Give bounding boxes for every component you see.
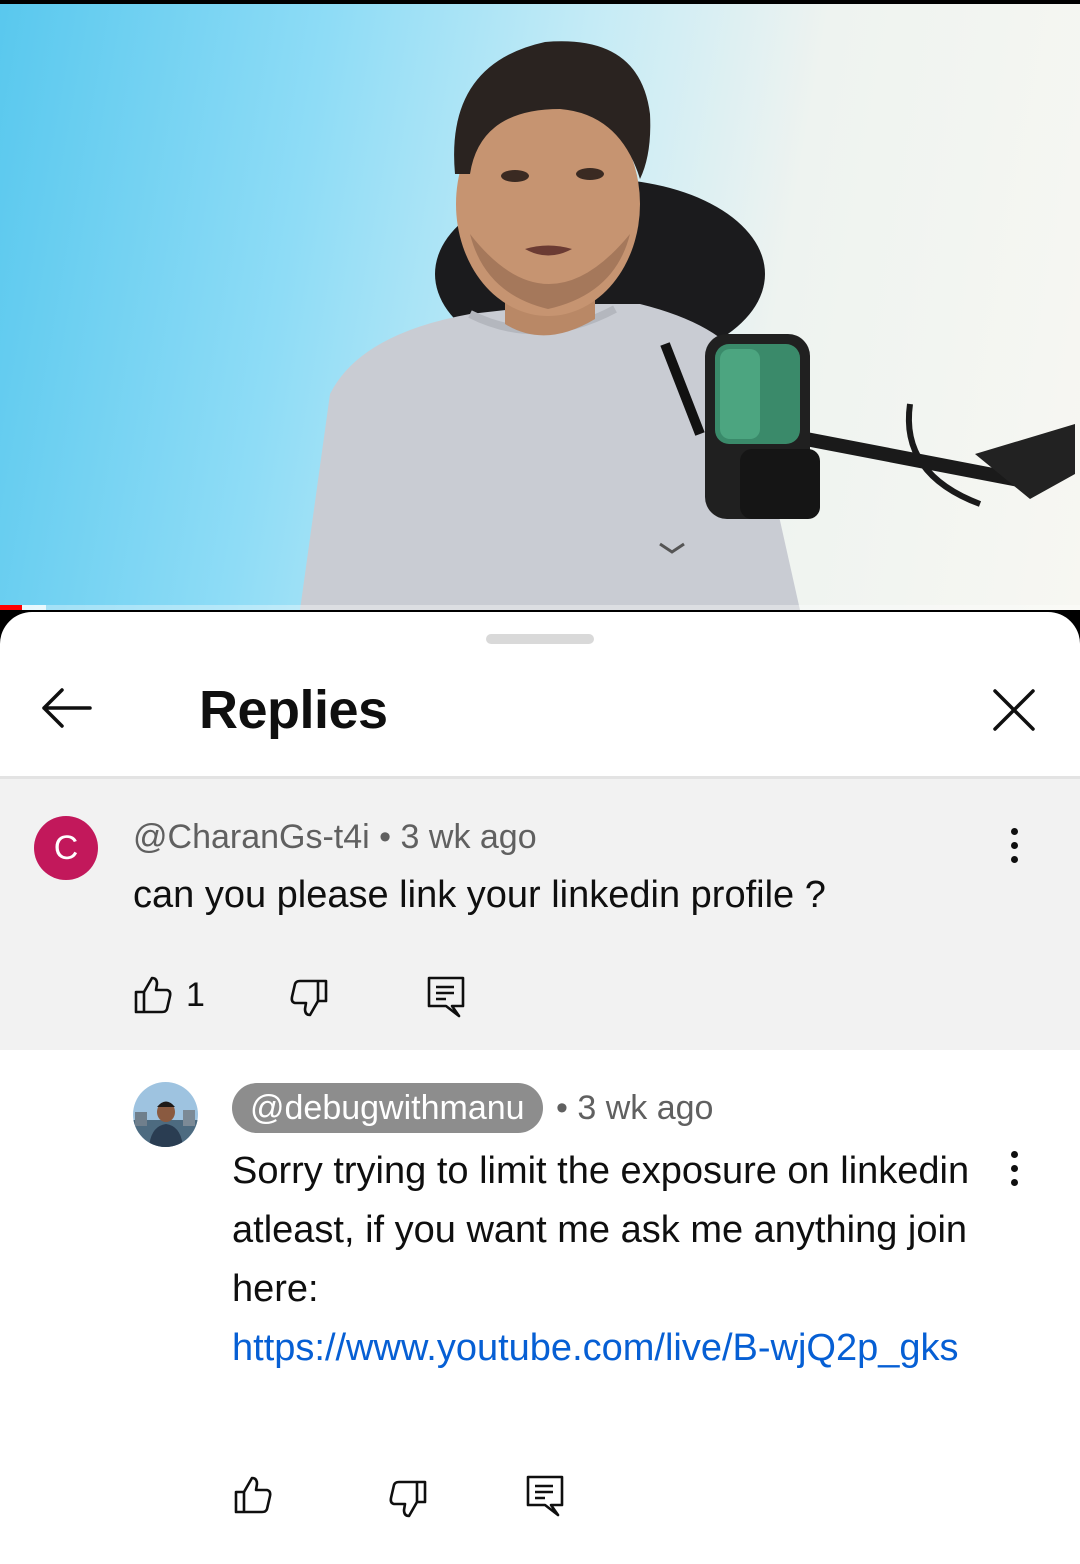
avatar-image <box>133 1082 198 1147</box>
dislike-button[interactable] <box>288 977 330 1019</box>
thumbs-up-icon <box>234 1476 272 1514</box>
arrow-left-icon <box>42 688 92 728</box>
close-button[interactable] <box>976 672 1052 748</box>
avatar-letter: C <box>53 828 79 867</box>
reply-like-button[interactable] <box>232 1474 274 1516</box>
comment-reply-icon <box>526 1475 564 1517</box>
progress-bar[interactable] <box>0 605 1080 610</box>
close-icon <box>993 689 1035 731</box>
reply-more-button[interactable] <box>990 1136 1038 1200</box>
avatar[interactable]: C <box>34 816 98 880</box>
parent-comment: C @CharanGs-t4i • 3 wk ago can you pleas… <box>0 779 1080 1050</box>
reply-button[interactable] <box>426 975 466 1019</box>
thumbs-down-icon <box>290 979 328 1017</box>
replies-sheet: Replies C @CharanGs-t4i • 3 wk ago can y… <box>0 612 1080 1564</box>
avatar[interactable] <box>133 1082 198 1147</box>
like-button[interactable]: 1 <box>132 974 205 1016</box>
back-button[interactable] <box>28 670 104 746</box>
comment-more-button[interactable] <box>990 813 1038 877</box>
comment-meta: @CharanGs-t4i • 3 wk ago <box>133 817 537 857</box>
like-count: 1 <box>186 975 205 1014</box>
reply-text: Sorry trying to limit the exposure on li… <box>232 1150 970 1310</box>
thumbs-up-icon <box>134 976 172 1014</box>
comment-text: can you please link your linkedin profil… <box>133 874 826 916</box>
meta-separator: • <box>556 1089 568 1127</box>
reply-meta: • 3 wk ago <box>556 1088 713 1128</box>
progress-played <box>0 605 22 610</box>
comment-reply-icon <box>427 976 465 1018</box>
sheet-header: Replies <box>0 652 1080 776</box>
reply-link[interactable]: https://www.youtube.com/live/B-wjQ2p_gks <box>232 1319 972 1378</box>
drag-handle[interactable] <box>486 634 594 644</box>
meta-separator: • <box>379 818 392 856</box>
thumbs-down-icon <box>389 1480 427 1518</box>
video-frame-image <box>300 41 1075 610</box>
sheet-title: Replies <box>199 680 388 740</box>
reply-dislike-button[interactable] <box>387 1478 429 1520</box>
comment-time: 3 wk ago <box>400 818 537 856</box>
reply-author-chip[interactable]: @debugwithmanu <box>232 1083 543 1133</box>
comment-author[interactable]: @CharanGs-t4i <box>133 818 370 856</box>
reply-time: 3 wk ago <box>577 1089 714 1127</box>
reply-reply-button[interactable] <box>525 1474 565 1518</box>
video-player[interactable] <box>0 4 1080 610</box>
